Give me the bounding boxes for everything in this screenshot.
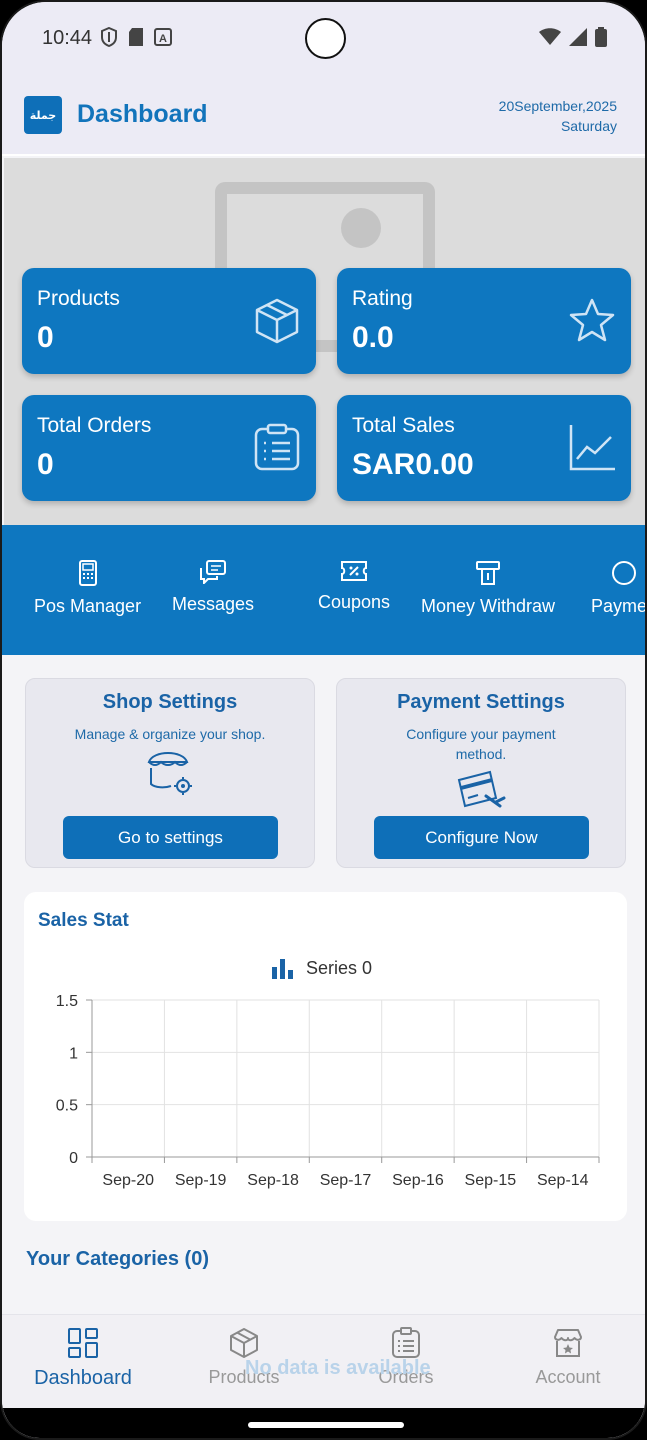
app-logo: جملة bbox=[24, 96, 62, 134]
page-title: Dashboard bbox=[77, 100, 208, 128]
x-tick-label: Sep-19 bbox=[175, 1172, 227, 1189]
status-bar: 10:44 A bbox=[2, 2, 645, 76]
y-tick-label: 0 bbox=[69, 1150, 78, 1167]
settings-description: Configure your payment method. bbox=[406, 726, 556, 762]
status-left-icons: A bbox=[100, 27, 172, 47]
gesture-area bbox=[2, 1408, 645, 1438]
app-header: جملة Dashboard 20September,2025 Saturday bbox=[2, 76, 645, 156]
x-tick-label: Sep-17 bbox=[320, 1172, 372, 1189]
y-tick-label: 1.5 bbox=[56, 993, 78, 1010]
stat-card-rating[interactable]: Rating 0.0 bbox=[337, 268, 631, 374]
status-right-icons bbox=[539, 27, 607, 47]
go-to-settings-button[interactable]: Go to settings bbox=[63, 816, 278, 859]
coupon-icon bbox=[341, 561, 368, 581]
box-icon bbox=[255, 298, 299, 344]
phone-frame: 10:44 A جملة Dashboard 20September,2025 … bbox=[0, 0, 647, 1440]
x-tick-label: Sep-15 bbox=[465, 1172, 517, 1189]
stat-value: SAR0.00 bbox=[352, 448, 474, 481]
messages-icon bbox=[200, 560, 227, 584]
action-coupons[interactable]: Coupons bbox=[318, 560, 390, 613]
x-tick-label: Sep-14 bbox=[537, 1172, 589, 1189]
y-tick-label: 0.5 bbox=[56, 1098, 78, 1115]
trend-chart-icon bbox=[569, 425, 615, 471]
clipboard-icon bbox=[254, 423, 300, 471]
stat-label: Rating bbox=[352, 287, 413, 310]
sd-card-icon bbox=[129, 28, 143, 46]
nav-label: Account bbox=[535, 1367, 601, 1387]
stat-label: Total Orders bbox=[37, 414, 152, 437]
store-icon bbox=[554, 1329, 582, 1357]
payment-card-icon bbox=[457, 770, 506, 808]
withdraw-icon bbox=[476, 561, 501, 585]
action-payment[interactable]: Paymen bbox=[591, 560, 645, 617]
quick-actions-strip: Pos Manager Messages Coupons Money Withd… bbox=[2, 525, 645, 655]
shop-settings-card: Shop Settings Manage & organize your sho… bbox=[25, 678, 315, 868]
pos-icon bbox=[78, 560, 97, 586]
categories-title: Your Categories (0) bbox=[26, 1248, 209, 1270]
stat-value: 0 bbox=[37, 448, 54, 481]
nav-dashboard[interactable]: Dashboard bbox=[33, 1327, 133, 1390]
y-tick-label: 1 bbox=[69, 1045, 78, 1062]
sales-chart: 1.5 1 0.5 0 Sep-20 Sep-19 Sep-18 Sep-17 Sep-16 Se… bbox=[56, 993, 600, 1189]
payment-icon bbox=[612, 561, 637, 585]
no-data-message: No data is available bbox=[245, 1357, 431, 1379]
sales-stat-card: Sales Stat Series 0 1.5 1 0.5 0 Sep-20 Sep-19… bbox=[24, 892, 627, 1221]
action-messages[interactable]: Messages bbox=[172, 560, 254, 615]
status-time: 10:44 bbox=[42, 27, 93, 49]
stat-card-total-orders[interactable]: Total Orders 0 bbox=[22, 395, 316, 501]
box-icon bbox=[230, 1328, 258, 1358]
star-icon bbox=[569, 298, 615, 342]
action-money-withdraw[interactable]: Money Withdraw bbox=[421, 560, 555, 617]
header-date: 20September,2025 Saturday bbox=[499, 96, 617, 136]
settings-title: Payment Settings bbox=[397, 691, 565, 713]
action-label: Paymen bbox=[591, 596, 645, 616]
nav-account[interactable]: Account bbox=[530, 1327, 606, 1388]
clipboard-icon bbox=[392, 1327, 420, 1358]
stat-value: 0.0 bbox=[352, 321, 394, 354]
stat-card-products[interactable]: Products 0 bbox=[22, 268, 316, 374]
action-label: Pos Manager bbox=[34, 596, 142, 616]
stat-label: Total Sales bbox=[352, 414, 455, 437]
stat-value: 0 bbox=[37, 321, 54, 354]
date-line: 20September,2025 bbox=[498, 98, 617, 114]
battery-icon bbox=[595, 27, 607, 47]
settings-description: Manage & organize your shop. bbox=[74, 726, 266, 742]
a-box-icon: A bbox=[154, 28, 172, 46]
shield-icon bbox=[101, 27, 117, 47]
configure-now-button[interactable]: Configure Now bbox=[374, 816, 589, 859]
x-tick-label: Sep-16 bbox=[392, 1172, 444, 1189]
nav-label: Dashboard bbox=[34, 1367, 132, 1389]
dashboard-icon bbox=[68, 1328, 98, 1358]
x-tick-label: Sep-18 bbox=[247, 1172, 299, 1189]
gesture-handle[interactable] bbox=[248, 1422, 404, 1428]
action-label: Money Withdraw bbox=[421, 596, 556, 616]
settings-title: Shop Settings bbox=[102, 691, 238, 713]
wifi-icon bbox=[539, 28, 561, 45]
stat-card-total-sales[interactable]: Total Sales SAR0.00 bbox=[337, 395, 631, 501]
weekday-line: Saturday bbox=[560, 118, 617, 134]
action-pos-manager[interactable]: Pos Manager bbox=[34, 560, 141, 617]
action-label: Messages bbox=[172, 594, 255, 614]
payment-settings-card: Payment Settings Configure your payment … bbox=[336, 678, 626, 868]
svg-text:A: A bbox=[159, 33, 167, 45]
x-tick-label: Sep-20 bbox=[102, 1172, 154, 1189]
action-label: Coupons bbox=[318, 592, 391, 612]
camera-cutout bbox=[305, 18, 346, 59]
signal-icon bbox=[569, 28, 587, 46]
shop-settings-icon bbox=[147, 752, 192, 795]
stat-label: Products bbox=[37, 287, 120, 310]
